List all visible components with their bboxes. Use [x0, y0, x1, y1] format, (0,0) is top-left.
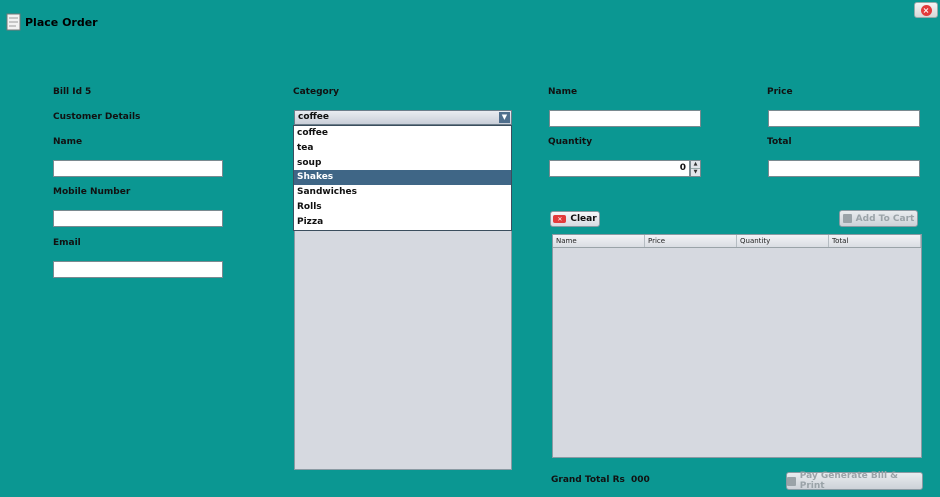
- category-option-pizza[interactable]: Pizza: [294, 215, 511, 230]
- quantity-label: Quantity: [548, 137, 593, 147]
- category-dropdown[interactable]: coffee tea soup Shakes Sandwiches Rolls …: [293, 125, 512, 231]
- add-to-cart-button[interactable]: Add To Cart: [839, 210, 918, 227]
- category-option-tea[interactable]: tea: [294, 141, 511, 156]
- category-option-shakes[interactable]: Shakes: [294, 170, 511, 186]
- quantity-input[interactable]: 0: [549, 160, 690, 177]
- product-name-input[interactable]: [549, 110, 701, 127]
- category-label: Category: [293, 87, 340, 97]
- customer-name-input[interactable]: [53, 160, 223, 177]
- column-header-price[interactable]: Price: [645, 235, 737, 247]
- add-to-cart-label: Add To Cart: [855, 213, 915, 224]
- quantity-spin-buttons[interactable]: ▲ ▼: [690, 160, 701, 177]
- category-option-coffee[interactable]: coffee: [294, 126, 511, 141]
- grand-total-value: 000: [631, 475, 650, 485]
- clear-button[interactable]: ✕ Clear: [550, 211, 600, 227]
- clear-icon: ✕: [553, 215, 567, 223]
- category-option-soup[interactable]: soup: [294, 156, 511, 171]
- pay-button-label: Pay Generate Bill & Print: [799, 471, 899, 491]
- chevron-down-icon[interactable]: ▼: [499, 112, 510, 123]
- receipt-icon: [6, 13, 21, 31]
- column-header-quantity[interactable]: Quantity: [737, 235, 829, 247]
- price-input[interactable]: [768, 110, 920, 127]
- category-option-rolls[interactable]: Rolls: [294, 200, 511, 215]
- customer-details-heading: Customer Details: [53, 112, 141, 122]
- table-header: Name Price Quantity Total: [553, 235, 921, 248]
- print-icon: [787, 476, 796, 486]
- mobile-number-input[interactable]: [53, 210, 223, 227]
- customer-name-label: Name: [53, 137, 83, 147]
- grand-total-label: Grand Total Rs: [551, 475, 625, 485]
- quantity-stepper[interactable]: 0 ▲ ▼: [549, 160, 701, 177]
- bill-id-label: Bill Id: [53, 87, 83, 97]
- product-name-label: Name: [548, 87, 578, 97]
- category-selected-value: coffee: [298, 112, 330, 122]
- cart-table[interactable]: Name Price Quantity Total: [552, 234, 922, 458]
- mobile-number-label: Mobile Number: [53, 187, 131, 197]
- pay-generate-bill-button[interactable]: Pay Generate Bill & Print: [786, 471, 923, 491]
- total-input[interactable]: [768, 160, 920, 177]
- price-label: Price: [767, 87, 793, 97]
- window-title-bar: Place Order: [6, 13, 98, 31]
- page-title: Place Order: [25, 15, 98, 29]
- bill-id-value: 5: [85, 87, 92, 97]
- column-header-total[interactable]: Total: [829, 235, 921, 247]
- email-input[interactable]: [53, 261, 223, 278]
- product-list[interactable]: cold: [294, 219, 512, 470]
- close-icon: ×: [920, 4, 932, 16]
- cart-icon: [842, 214, 852, 223]
- category-combobox[interactable]: coffee ▼: [294, 110, 512, 125]
- chevron-down-icon[interactable]: ▼: [691, 169, 700, 177]
- column-header-name[interactable]: Name: [553, 235, 645, 247]
- total-label: Total: [767, 137, 792, 147]
- close-button[interactable]: ×: [914, 2, 938, 18]
- email-label: Email: [53, 238, 81, 248]
- clear-button-label: Clear: [570, 214, 597, 224]
- category-option-sandwiches[interactable]: Sandwiches: [294, 185, 511, 200]
- chevron-up-icon[interactable]: ▲: [691, 161, 700, 169]
